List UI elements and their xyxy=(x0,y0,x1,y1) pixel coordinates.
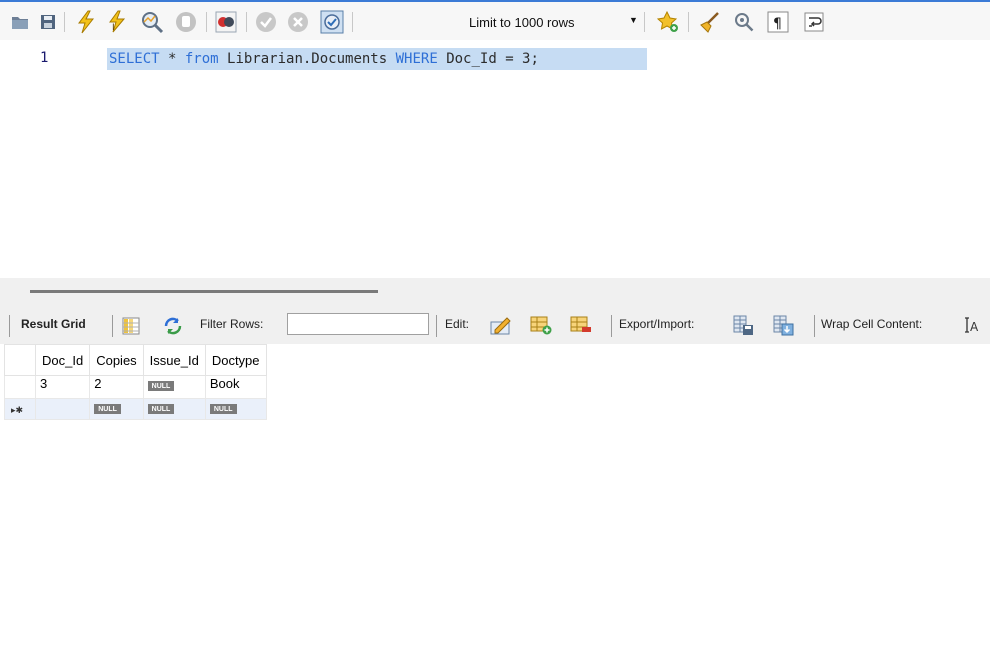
wrap-cell-content-label: Wrap Cell Content: xyxy=(821,317,923,331)
cell-doctype[interactable]: NULL xyxy=(204,398,267,420)
toolbar-separator xyxy=(64,12,65,32)
execute-lightning-icon[interactable] xyxy=(72,8,100,36)
svg-text:A: A xyxy=(970,320,979,334)
cell-doc-id[interactable]: 3 xyxy=(34,375,91,399)
svg-text:¶: ¶ xyxy=(773,16,782,32)
row-header[interactable] xyxy=(4,375,36,399)
cell-copies[interactable]: 2 xyxy=(89,375,144,399)
toolbar-separator xyxy=(814,315,815,337)
new-row-placeholder[interactable]: ▸✱ NULL NULL NULL xyxy=(4,398,267,420)
null-badge: NULL xyxy=(147,381,175,391)
edit-label: Edit: xyxy=(445,317,470,331)
sql-keyword-where: WHERE xyxy=(395,51,438,67)
limit-rows-value: Limit to 1000 rows xyxy=(469,15,575,30)
invisible-chars-pilcrow-icon[interactable]: ¶ xyxy=(764,8,792,36)
sql-editor-toolbar: I Limit to 1000 rows ▼ ¶ xyxy=(0,2,990,40)
toolbar-separator xyxy=(436,315,437,337)
new-row-marker-icon: ▸✱ xyxy=(11,405,24,415)
limit-rows-select[interactable]: Limit to 1000 rows ▼ xyxy=(462,12,638,34)
edit-pencil-icon[interactable] xyxy=(488,313,514,337)
toolbar-separator xyxy=(352,12,353,32)
execute-current-icon[interactable]: I xyxy=(104,8,132,36)
splitter-handle[interactable] xyxy=(30,290,378,293)
panel-splitter[interactable] xyxy=(0,278,990,304)
sql-table-name: Librarian.Documents xyxy=(218,51,396,67)
toolbar-separator xyxy=(644,12,645,32)
column-header-issue-id[interactable]: Issue_Id xyxy=(142,344,206,376)
save-icon[interactable] xyxy=(36,10,60,34)
sql-keyword-from: from xyxy=(184,51,219,67)
cell-issue-id[interactable]: NULL xyxy=(142,375,206,399)
column-header-doc-id[interactable]: Doc_Id xyxy=(34,344,91,376)
null-badge: NULL xyxy=(209,404,237,414)
grid-header-row: Doc_Id Copies Issue_Id Doctype xyxy=(4,344,267,376)
sql-editor[interactable]: 1 SELECT * from Librarian.Documents WHER… xyxy=(0,40,990,278)
toolbar-separator xyxy=(112,315,113,337)
find-replace-icon[interactable] xyxy=(730,8,758,36)
column-header-doctype[interactable]: Doctype xyxy=(204,344,267,376)
export-import-label: Export/Import: xyxy=(619,317,695,331)
cell-doctype[interactable]: Book xyxy=(204,375,267,399)
toolbar-separator xyxy=(246,12,247,32)
sql-condition: Doc_Id = 3; xyxy=(437,51,539,67)
line-number: 1 xyxy=(40,50,49,66)
column-layout-icon[interactable] xyxy=(120,315,142,337)
toolbar-separator xyxy=(688,12,689,32)
sql-query-line[interactable]: SELECT * from Librarian.Documents WHERE … xyxy=(107,48,647,70)
filter-rows-input[interactable] xyxy=(287,313,429,335)
cell-issue-id[interactable]: NULL xyxy=(142,398,206,420)
toolbar-separator xyxy=(611,315,612,337)
beautify-broom-icon[interactable] xyxy=(696,8,724,36)
svg-text:I: I xyxy=(112,23,115,33)
export-icon[interactable] xyxy=(730,313,756,337)
import-icon[interactable] xyxy=(770,313,796,337)
row-header-corner[interactable] xyxy=(4,344,36,376)
sql-star: * xyxy=(159,51,185,67)
result-grid[interactable]: Doc_Id Copies Issue_Id Doctype 3 2 NULL … xyxy=(4,344,267,420)
refresh-icon[interactable] xyxy=(160,315,186,337)
add-snippet-star-icon[interactable] xyxy=(654,8,682,36)
result-toolbar: Result Grid Filter Rows: Edit: Export/Im… xyxy=(0,304,990,344)
delete-row-icon[interactable] xyxy=(568,313,594,337)
toggle-stop-on-error-icon[interactable] xyxy=(212,8,240,36)
filter-rows-label: Filter Rows: xyxy=(200,317,264,331)
wrap-cell-content-icon[interactable]: A xyxy=(962,315,982,335)
null-badge: NULL xyxy=(147,404,175,414)
toolbar-separator xyxy=(206,12,207,32)
row-header[interactable]: ▸✱ xyxy=(4,398,36,420)
cell-doc-id[interactable] xyxy=(34,398,91,420)
sql-keyword-select: SELECT xyxy=(109,51,160,67)
rollback-icon[interactable] xyxy=(284,8,312,36)
toolbar-separator xyxy=(9,315,10,337)
autocommit-toggle-icon[interactable] xyxy=(318,8,346,36)
word-wrap-icon[interactable] xyxy=(800,8,828,36)
null-badge: NULL xyxy=(94,404,121,414)
stop-icon[interactable] xyxy=(172,8,200,36)
column-header-copies[interactable]: Copies xyxy=(89,344,144,376)
result-grid-tab[interactable]: Result Grid xyxy=(21,317,86,331)
chevron-down-icon[interactable]: ▼ xyxy=(629,15,638,25)
cell-copies[interactable]: NULL xyxy=(89,398,144,420)
open-folder-icon[interactable] xyxy=(8,10,32,34)
insert-row-icon[interactable] xyxy=(528,313,554,337)
explain-magnifier-icon[interactable] xyxy=(138,8,166,36)
table-row[interactable]: 3 2 NULL Book xyxy=(4,375,267,399)
commit-icon[interactable] xyxy=(252,8,280,36)
